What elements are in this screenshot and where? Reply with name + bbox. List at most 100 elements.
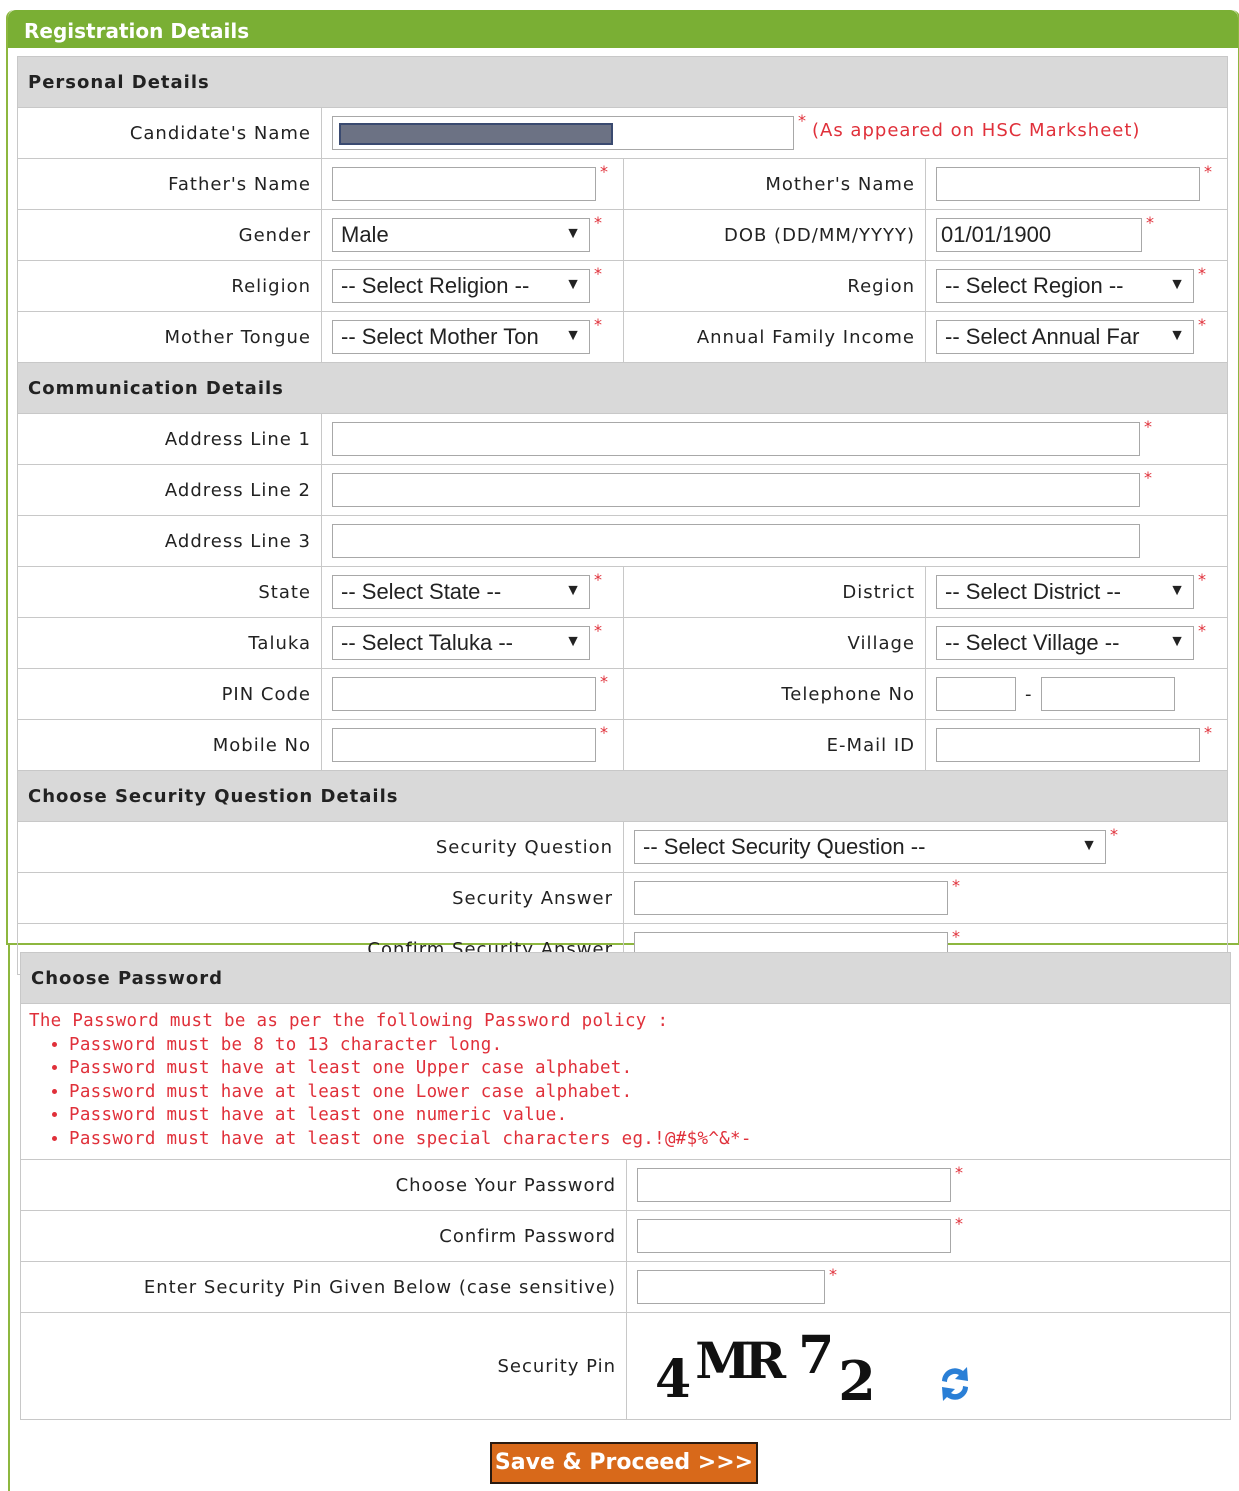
telephone-number-input[interactable] xyxy=(1040,677,1175,711)
address1-input[interactable] xyxy=(332,422,1140,456)
required-mark: * xyxy=(798,111,806,130)
pin-input[interactable] xyxy=(332,677,596,711)
mother-tongue-select[interactable]: -- Select Mother Ton ▼ xyxy=(332,320,590,354)
chevron-down-icon: ▼ xyxy=(561,276,581,294)
captcha-char: MR xyxy=(695,1331,786,1391)
candidate-name-label: Candidate's Name xyxy=(17,107,322,159)
religion-label: Religion xyxy=(17,260,322,312)
dob-input[interactable]: 01/01/1900 xyxy=(936,218,1142,252)
security-pin-input[interactable] xyxy=(637,1270,825,1304)
chevron-down-icon: ▼ xyxy=(1165,633,1185,651)
gender-select[interactable]: Male ▼ xyxy=(332,218,590,252)
security-answer-input[interactable] xyxy=(634,881,948,915)
chevron-down-icon: ▼ xyxy=(561,225,581,243)
address3-label: Address Line 3 xyxy=(17,515,322,567)
address2-label: Address Line 2 xyxy=(17,464,322,516)
required-mark: * xyxy=(952,876,960,895)
captcha-char: 7 xyxy=(798,1325,835,1387)
required-mark: * xyxy=(594,213,602,232)
chevron-down-icon: ▼ xyxy=(1165,276,1185,294)
policy-rule: Password must have at least one Upper ca… xyxy=(69,1057,1222,1081)
taluka-label: Taluka xyxy=(17,617,322,669)
redacted-value xyxy=(339,123,613,145)
section-security: Choose Security Question Details xyxy=(16,770,1229,822)
required-mark: * xyxy=(594,315,602,334)
chevron-down-icon: ▼ xyxy=(1165,582,1185,600)
policy-rule: Password must be 8 to 13 character long. xyxy=(69,1034,1222,1058)
required-mark: * xyxy=(955,1214,963,1233)
required-mark: * xyxy=(1204,162,1212,181)
taluka-select[interactable]: -- Select Taluka -- ▼ xyxy=(332,626,590,660)
religion-select[interactable]: -- Select Religion -- ▼ xyxy=(332,269,590,303)
dob-label: DOB (DD/MM/YYYY) xyxy=(623,209,926,261)
mother-name-input[interactable] xyxy=(936,167,1200,201)
policy-rule: Password must have at least one Lower ca… xyxy=(69,1081,1222,1105)
region-select[interactable]: -- Select Region -- ▼ xyxy=(936,269,1194,303)
village-label: Village xyxy=(623,617,926,669)
candidate-name-hint: (As appeared on HSC Marksheet) xyxy=(812,120,1141,141)
state-label: State xyxy=(17,566,322,618)
required-mark: * xyxy=(1198,570,1206,589)
address3-input[interactable] xyxy=(332,524,1140,558)
section-communication: Communication Details xyxy=(16,362,1229,414)
security-question-select[interactable]: -- Select Security Question -- ▼ xyxy=(634,830,1106,864)
security-question-label: Security Question xyxy=(17,821,624,873)
address1-label: Address Line 1 xyxy=(17,413,322,465)
confirm-password-label: Confirm Password xyxy=(20,1210,627,1262)
security-pin-label: Security Pin xyxy=(20,1312,627,1420)
required-mark: * xyxy=(594,621,602,640)
captcha-char: 2 xyxy=(838,1349,876,1414)
father-name-input[interactable] xyxy=(332,167,596,201)
annual-income-label: Annual Family Income xyxy=(623,311,926,363)
required-mark: * xyxy=(1146,213,1154,232)
region-label: Region xyxy=(623,260,926,312)
policy-rule: Password must have at least one special … xyxy=(69,1128,1222,1152)
chevron-down-icon: ▼ xyxy=(561,633,581,651)
pin-label: PIN Code xyxy=(17,668,322,720)
email-input[interactable] xyxy=(936,728,1200,762)
required-mark: * xyxy=(594,570,602,589)
confirm-password-input[interactable] xyxy=(637,1219,951,1253)
chevron-down-icon: ▼ xyxy=(561,582,581,600)
required-mark: * xyxy=(600,723,608,742)
email-label: E-Mail ID xyxy=(623,719,926,771)
required-mark: * xyxy=(1204,723,1212,742)
required-mark: * xyxy=(594,264,602,283)
required-mark: * xyxy=(952,927,960,946)
password-input[interactable] xyxy=(637,1168,951,1202)
state-select[interactable]: -- Select State -- ▼ xyxy=(332,575,590,609)
mobile-input[interactable] xyxy=(332,728,596,762)
annual-income-select[interactable]: -- Select Annual Far ▼ xyxy=(936,320,1194,354)
candidate-name-input[interactable] xyxy=(332,116,794,150)
required-mark: * xyxy=(1198,264,1206,283)
required-mark: * xyxy=(1198,315,1206,334)
telephone-separator: - xyxy=(1025,683,1032,705)
district-select[interactable]: -- Select District -- ▼ xyxy=(936,575,1194,609)
address2-input[interactable] xyxy=(332,473,1140,507)
required-mark: * xyxy=(1110,825,1118,844)
password-policy: The Password must be as per the followin… xyxy=(20,1003,1231,1160)
chevron-down-icon: ▼ xyxy=(1077,837,1097,855)
required-mark: * xyxy=(600,672,608,691)
telephone-label: Telephone No xyxy=(623,668,926,720)
telephone-std-input[interactable] xyxy=(936,677,1016,711)
required-mark: * xyxy=(1144,417,1152,436)
password-table: Choose Password The Password must be as … xyxy=(20,952,1231,1420)
password-policy-intro: The Password must be as per the followin… xyxy=(29,1011,669,1031)
mobile-label: Mobile No xyxy=(17,719,322,771)
section-password: Choose Password xyxy=(20,952,1231,1004)
mother-tongue-label: Mother Tongue xyxy=(17,311,322,363)
security-pin-input-label: Enter Security Pin Given Below (case sen… xyxy=(20,1261,627,1313)
district-label: District xyxy=(623,566,926,618)
chevron-down-icon: ▼ xyxy=(561,327,581,345)
security-answer-label: Security Answer xyxy=(17,872,624,924)
save-proceed-button[interactable]: Save & Proceed >>> xyxy=(490,1442,758,1484)
required-mark: * xyxy=(829,1265,837,1284)
required-mark: * xyxy=(600,162,608,181)
chevron-down-icon: ▼ xyxy=(1165,327,1185,345)
refresh-icon[interactable] xyxy=(936,1361,974,1412)
required-mark: * xyxy=(1198,621,1206,640)
village-select[interactable]: -- Select Village -- ▼ xyxy=(936,626,1194,660)
mother-name-label: Mother's Name xyxy=(623,158,926,210)
required-mark: * xyxy=(1144,468,1152,487)
